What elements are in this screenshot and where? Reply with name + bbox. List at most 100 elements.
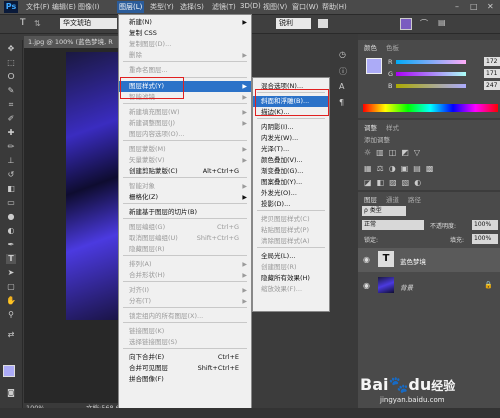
- style-menu-item[interactable]: 清除图层样式(A): [253, 236, 329, 247]
- b-slider[interactable]: [396, 84, 466, 88]
- tab-layers[interactable]: 图层: [364, 194, 377, 204]
- adjustment-icons-row3[interactable]: ◪◧▨▧◐: [364, 178, 426, 187]
- style-menu-item[interactable]: 粘贴图层样式(P): [253, 225, 329, 236]
- style-menu-item[interactable]: 拷贝图层样式(C): [253, 214, 329, 225]
- quick-select-icon[interactable]: ✎: [6, 86, 16, 96]
- layer-menu-item[interactable]: 选择链接图层(S): [119, 337, 251, 348]
- layer-menu-item[interactable]: 重命名图层...: [119, 65, 251, 76]
- color-spectrum[interactable]: [363, 104, 498, 112]
- quick-mask-icon[interactable]: ◙: [6, 388, 16, 398]
- lasso-tool-icon[interactable]: ⵔ: [6, 72, 16, 82]
- menu-file[interactable]: 文件(F): [26, 2, 50, 12]
- layer-menu-item[interactable]: 新建(N) ▶: [119, 17, 251, 28]
- tab-channels[interactable]: 通道: [386, 194, 399, 204]
- tab-adjustments[interactable]: 调整: [364, 122, 377, 132]
- menu-view[interactable]: 视图(V): [263, 2, 287, 12]
- close-icon[interactable]: ✕: [487, 2, 494, 11]
- align-icon[interactable]: [318, 19, 328, 28]
- menu-select[interactable]: 选择(S): [180, 2, 204, 12]
- layer-menu-item[interactable]: 合并形状(H) ▶: [119, 270, 251, 281]
- menu-filter[interactable]: 滤镜(T): [212, 2, 236, 12]
- blur-tool-icon[interactable]: ●: [6, 212, 16, 222]
- layer-menu-item[interactable]: 矢量蒙版(V) ▶: [119, 155, 251, 166]
- info-icon[interactable]: ⓘ: [339, 66, 347, 77]
- style-menu-item[interactable]: 全局光(L)...: [253, 251, 329, 262]
- layer-menu-item[interactable]: 创建剪贴蒙版(C) Alt+Ctrl+G: [119, 166, 251, 177]
- panel-toggle-icon[interactable]: ▤: [438, 18, 446, 27]
- marquee-tool-icon[interactable]: ⬚: [6, 58, 16, 68]
- visibility-eye-icon[interactable]: ◉: [363, 281, 370, 290]
- layer-menu-item[interactable]: 新建填充图层(W) ▶: [119, 107, 251, 118]
- layer-filter-select[interactable]: ρ 类型: [362, 206, 406, 216]
- hand-tool-icon[interactable]: ✋: [6, 296, 16, 306]
- adjustment-icons-row2[interactable]: ▦⚖◑▣▤▩: [364, 164, 438, 173]
- layer-menu-item[interactable]: 新建调整图层(J) ▶: [119, 118, 251, 129]
- visibility-eye-icon[interactable]: ◉: [363, 255, 370, 264]
- fg-color-chip[interactable]: [366, 58, 382, 74]
- style-menu-item[interactable]: 创建图层(R): [253, 262, 329, 273]
- tab-styles[interactable]: 样式: [386, 122, 399, 132]
- layer-menu-item[interactable]: 排列(A) ▶: [119, 259, 251, 270]
- menu-type[interactable]: 类型(Y): [150, 2, 174, 12]
- dodge-tool-icon[interactable]: ◐: [6, 226, 16, 236]
- style-menu-item[interactable]: 颜色叠加(V)...: [253, 155, 329, 166]
- layer-menu-item[interactable]: 分布(T) ▶: [119, 296, 251, 307]
- foreground-color-swatch[interactable]: [3, 365, 15, 377]
- layer-menu-item[interactable]: 复制图层(D)...: [119, 39, 251, 50]
- style-menu-item[interactable]: 渐变叠加(G)...: [253, 166, 329, 177]
- menu-image[interactable]: 图像(I): [78, 2, 100, 12]
- eyedropper-icon[interactable]: ✐: [6, 114, 16, 124]
- r-slider[interactable]: [396, 60, 466, 64]
- style-menu-item[interactable]: 内发光(W)...: [253, 133, 329, 144]
- layer-menu-item[interactable]: 智能对象 ▶: [119, 181, 251, 192]
- menu-edit[interactable]: 编辑(E): [52, 2, 76, 12]
- swap-colors-icon[interactable]: ⇄: [6, 330, 16, 340]
- tab-paths[interactable]: 路径: [408, 194, 421, 204]
- layer-menu-item[interactable]: 栅格化(Z) ▶: [119, 192, 251, 203]
- paragraph-panel-icon[interactable]: ¶: [339, 98, 344, 107]
- move-tool-icon[interactable]: ✥: [6, 44, 16, 54]
- menu-window[interactable]: 窗口(W): [292, 2, 318, 12]
- layer-menu-item[interactable]: 合并可见图层 Shift+Ctrl+E: [119, 363, 251, 374]
- layer-menu-item[interactable]: 向下合并(E) Ctrl+E: [119, 352, 251, 363]
- layer-row-background[interactable]: ◉ 背景 🔒: [358, 274, 500, 298]
- layer-row-text[interactable]: ◉ T 蓝色梦境: [358, 248, 500, 272]
- path-select-icon[interactable]: ➤: [6, 268, 16, 278]
- layer-menu-item[interactable]: 隐藏图层(R): [119, 244, 251, 255]
- style-menu-item[interactable]: 缩放效果(F)...: [253, 284, 329, 295]
- fill-field[interactable]: 100%: [472, 234, 498, 244]
- pen-tool-icon[interactable]: ✒: [6, 240, 16, 250]
- layer-menu-item[interactable]: 图层蒙版(M) ▶: [119, 144, 251, 155]
- brush-tool-icon[interactable]: ✏: [6, 142, 16, 152]
- text-color-swatch[interactable]: [400, 18, 412, 30]
- healing-brush-icon[interactable]: ✚: [6, 128, 16, 138]
- layer-name[interactable]: 背景: [400, 282, 413, 292]
- orientation-icon[interactable]: ⇅: [34, 19, 41, 28]
- opacity-field[interactable]: 100%: [472, 220, 498, 230]
- layer-menu-item[interactable]: 链接图层(K): [119, 326, 251, 337]
- g-value[interactable]: 171: [484, 69, 500, 78]
- character-panel-icon[interactable]: A: [339, 82, 344, 91]
- style-menu-item[interactable]: 内阴影(I)...: [253, 122, 329, 133]
- gradient-tool-icon[interactable]: ▭: [6, 198, 16, 208]
- crop-tool-icon[interactable]: ⌗: [6, 100, 16, 110]
- layer-menu-item[interactable]: 图层内容选项(O)...: [119, 129, 251, 140]
- tab-swatches[interactable]: 色板: [386, 42, 399, 52]
- layer-name[interactable]: 蓝色梦境: [400, 256, 426, 266]
- eraser-tool-icon[interactable]: ◧: [6, 184, 16, 194]
- history-icon[interactable]: ◷: [339, 50, 346, 59]
- r-value[interactable]: 172: [484, 57, 500, 66]
- style-menu-item[interactable]: 外发光(O)...: [253, 188, 329, 199]
- blend-mode-select[interactable]: 正常: [362, 220, 424, 230]
- menu-3d[interactable]: 3D(D): [240, 2, 261, 10]
- stamp-tool-icon[interactable]: ⊥: [6, 156, 16, 166]
- layer-menu-item[interactable]: 取消图层编组(U) Shift+Ctrl+G: [119, 233, 251, 244]
- layer-menu-item[interactable]: 删除 ▶: [119, 50, 251, 61]
- tab-color[interactable]: 颜色: [364, 42, 377, 52]
- style-menu-item[interactable]: 隐藏所有效果(H): [253, 273, 329, 284]
- antialias-select[interactable]: 锐利: [276, 18, 311, 29]
- style-menu-item[interactable]: 图案叠加(Y)...: [253, 177, 329, 188]
- layer-menu-item[interactable]: 拼合图像(F): [119, 374, 251, 385]
- menu-help[interactable]: 帮助(H): [322, 2, 347, 12]
- style-menu-item[interactable]: 光泽(T)...: [253, 144, 329, 155]
